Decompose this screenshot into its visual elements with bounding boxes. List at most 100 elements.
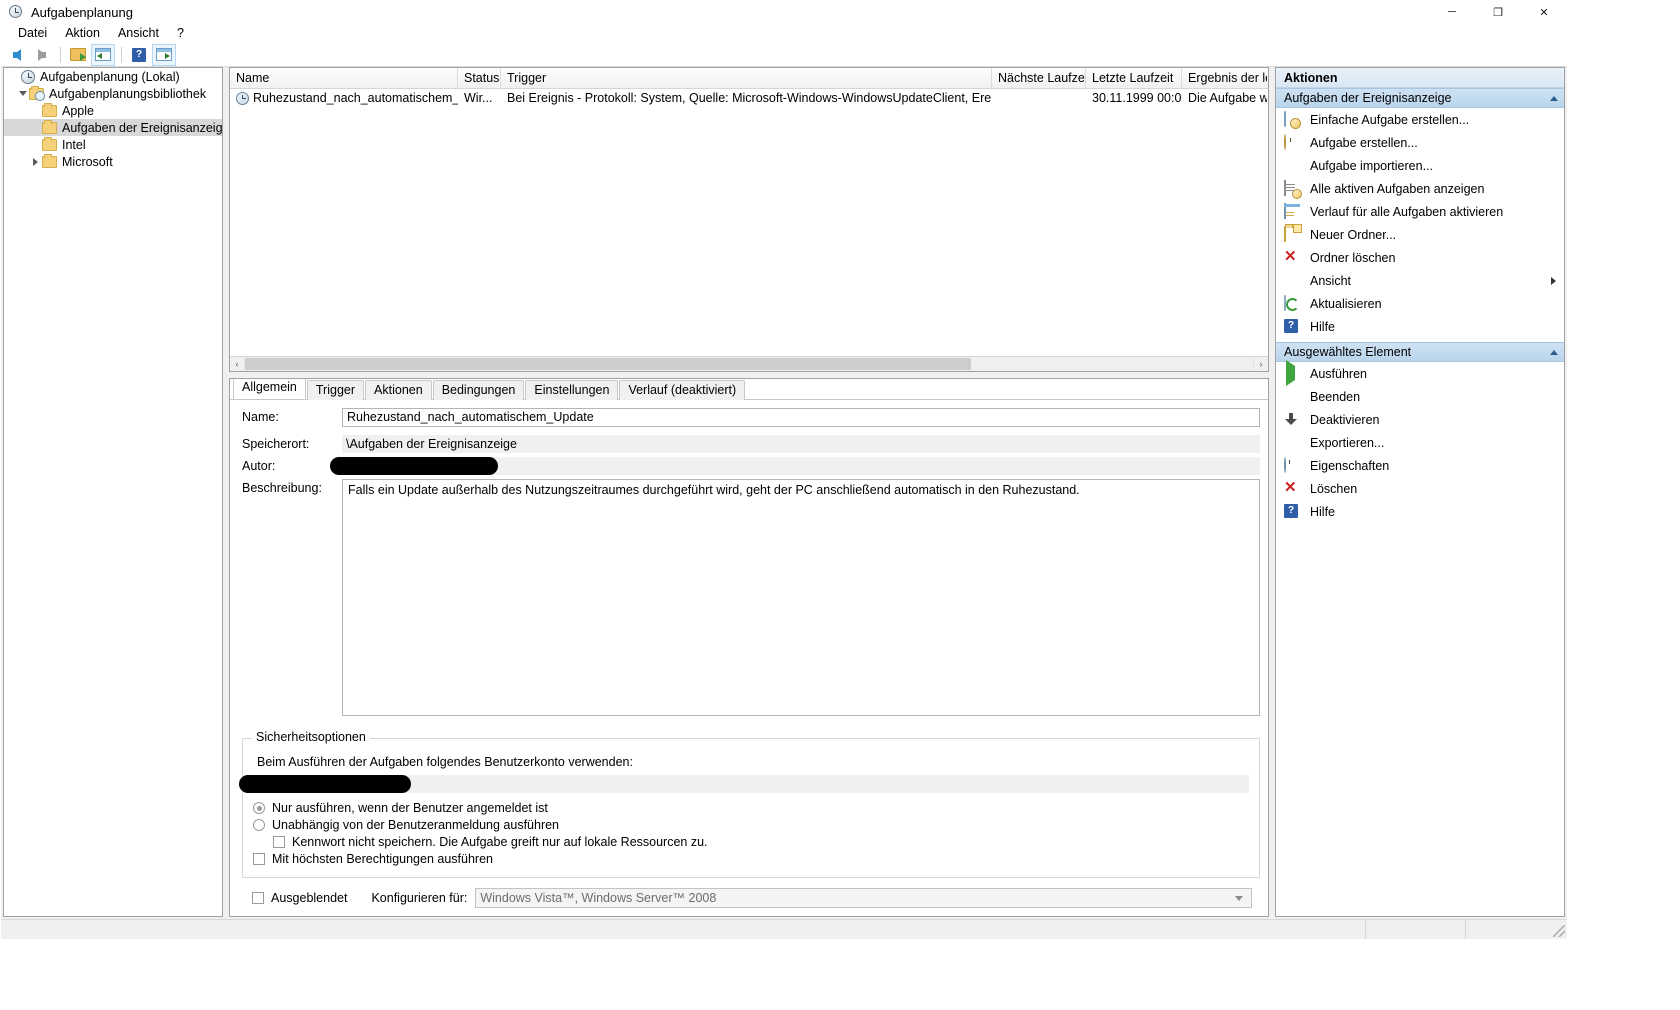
checkbox-label: Mit höchsten Berechtigungen ausführen bbox=[272, 852, 493, 866]
cell-trigger: Bei Ereignis - Protokoll: System, Quelle… bbox=[507, 91, 992, 105]
actions-section-header-folder[interactable]: Aufgaben der Ereignisanzeige bbox=[1276, 88, 1564, 108]
help-icon: ? bbox=[1284, 318, 1300, 335]
actions-pane: Aktionen Aufgaben der Ereignisanzeige Ei… bbox=[1275, 67, 1565, 917]
author-redaction-overlay bbox=[330, 457, 498, 475]
scroll-track[interactable] bbox=[245, 357, 1253, 371]
column-header-last-result[interactable]: Ergebnis der let bbox=[1182, 68, 1267, 88]
task-name-input[interactable]: Ruhezustand_nach_automatischem_Update bbox=[342, 408, 1260, 427]
task-description-textarea[interactable]: Falls ein Update außerhalb des Nutzungsz… bbox=[342, 479, 1260, 716]
action-run[interactable]: Ausführen bbox=[1276, 359, 1564, 386]
action-import-task[interactable]: Aufgabe importieren... bbox=[1276, 154, 1564, 177]
menu-aktion[interactable]: Aktion bbox=[56, 24, 109, 42]
configure-for-select[interactable]: Windows Vista™, Windows Server™ 2008 bbox=[475, 888, 1252, 908]
scroll-left-button[interactable]: ‹ bbox=[230, 357, 245, 371]
close-button[interactable]: ✕ bbox=[1521, 1, 1567, 23]
action-create-task[interactable]: Aufgabe erstellen... bbox=[1276, 131, 1564, 154]
tree-node-ereignisanzeige[interactable]: Aufgaben der Ereignisanzeige bbox=[4, 119, 222, 136]
task-list-hscrollbar[interactable]: ‹ › bbox=[230, 356, 1268, 371]
chevron-right-icon[interactable] bbox=[29, 155, 42, 168]
tab-einstellungen[interactable]: Einstellungen bbox=[525, 380, 619, 400]
action-label: Neuer Ordner... bbox=[1310, 227, 1397, 242]
resize-grip[interactable] bbox=[1553, 925, 1565, 937]
refresh-icon bbox=[1284, 294, 1300, 312]
tab-allgemein[interactable]: Allgemein bbox=[233, 379, 306, 399]
column-header-last-run[interactable]: Letzte Laufzeit bbox=[1086, 68, 1182, 88]
checkbox-highest-privileges[interactable]: Mit höchsten Berechtigungen ausführen bbox=[253, 852, 1249, 866]
stop-icon bbox=[1284, 389, 1300, 405]
radio-icon[interactable] bbox=[253, 802, 265, 814]
chevron-up-icon[interactable] bbox=[1550, 349, 1558, 355]
security-options-group: Sicherheitsoptionen Beim Ausführen der A… bbox=[239, 730, 1260, 882]
tree-node-microsoft[interactable]: Microsoft bbox=[4, 153, 222, 170]
arrow-left-icon bbox=[13, 48, 21, 61]
tree-node-apple[interactable]: Apple bbox=[4, 102, 222, 119]
scroll-right-button[interactable]: › bbox=[1253, 357, 1268, 371]
table-row[interactable]: Ruhezustand_nach_automatischem_Up... Wir… bbox=[230, 89, 1268, 107]
new-folder-icon bbox=[1284, 225, 1300, 243]
tree-node-label: Microsoft bbox=[62, 154, 113, 169]
action-help-folder[interactable]: ? Hilfe bbox=[1276, 315, 1564, 338]
field-name-row: Name: Ruhezustand_nach_automatischem_Upd… bbox=[242, 408, 1260, 427]
action-show-active-tasks[interactable]: Alle aktiven Aufgaben anzeigen bbox=[1276, 177, 1564, 200]
checkbox-icon[interactable] bbox=[273, 836, 285, 848]
tab-verlauf[interactable]: Verlauf (deaktiviert) bbox=[619, 380, 746, 400]
chevron-up-icon[interactable] bbox=[1550, 95, 1558, 101]
name-label: Name: bbox=[242, 410, 279, 424]
action-label: Hilfe bbox=[1310, 504, 1336, 519]
minimize-button[interactable]: ─ bbox=[1429, 1, 1475, 23]
checkbox-icon[interactable] bbox=[253, 853, 265, 865]
menu-ansicht[interactable]: Ansicht bbox=[109, 24, 168, 42]
action-disable[interactable]: Deaktivieren bbox=[1276, 408, 1564, 431]
action-delete[interactable]: ✕ Löschen bbox=[1276, 477, 1564, 500]
column-header-name[interactable]: Name bbox=[230, 68, 458, 88]
field-author-row: Autor: bbox=[242, 457, 1260, 475]
action-new-folder[interactable]: Neuer Ordner... bbox=[1276, 223, 1564, 246]
action-refresh[interactable]: Aktualisieren bbox=[1276, 292, 1564, 315]
scroll-thumb[interactable] bbox=[245, 358, 971, 370]
help-icon: ? bbox=[1284, 503, 1300, 520]
tree-node-library[interactable]: Aufgabenplanungsbibliothek bbox=[4, 85, 222, 102]
action-properties[interactable]: Eigenschaften bbox=[1276, 454, 1564, 477]
checkbox-hidden[interactable] bbox=[252, 892, 264, 904]
radio-run-only-logged-on[interactable]: Nur ausführen, wenn der Benutzer angemel… bbox=[253, 801, 1249, 815]
radio-icon[interactable] bbox=[253, 819, 265, 831]
column-header-status[interactable]: Status bbox=[458, 68, 501, 88]
task-list-body: Ruhezustand_nach_automatischem_Up... Wir… bbox=[230, 89, 1268, 356]
tab-trigger[interactable]: Trigger bbox=[306, 380, 365, 400]
action-create-basic-task[interactable]: Einfache Aufgabe erstellen... bbox=[1276, 108, 1564, 131]
cell-status: Wir... bbox=[464, 91, 493, 105]
tree-node-intel[interactable]: Intel bbox=[4, 136, 222, 153]
radio-run-independent[interactable]: Unabhängig von der Benutzeranmeldung aus… bbox=[253, 818, 1249, 832]
cell-last-run: 30.11.1999 00:00:00 bbox=[1092, 91, 1182, 105]
tab-bedingungen[interactable]: Bedingungen bbox=[432, 380, 525, 400]
action-label: Hilfe bbox=[1310, 319, 1336, 334]
menu-datei[interactable]: Datei bbox=[9, 24, 56, 42]
tab-aktionen[interactable]: Aktionen bbox=[365, 380, 432, 400]
menu-hilfe[interactable]: ? bbox=[168, 24, 193, 42]
forward-button[interactable] bbox=[30, 44, 54, 66]
show-console-tree-button[interactable] bbox=[91, 43, 115, 66]
action-delete-folder[interactable]: ✕ Ordner löschen bbox=[1276, 246, 1564, 269]
folder-clock-icon bbox=[29, 85, 45, 101]
maximize-button[interactable]: ❐ bbox=[1475, 1, 1521, 23]
actions-section-header-selected[interactable]: Ausgewähltes Element bbox=[1276, 342, 1564, 362]
tree-node-root[interactable]: Aufgabenplanung (Lokal) bbox=[4, 68, 222, 85]
checkbox-no-password[interactable]: Kennwort nicht speichern. Die Aufgabe gr… bbox=[273, 835, 1249, 849]
up-folder-button[interactable] bbox=[66, 44, 90, 66]
action-export[interactable]: Exportieren... bbox=[1276, 431, 1564, 454]
back-button[interactable] bbox=[5, 44, 29, 66]
column-header-next-run[interactable]: Nächste Laufzeit bbox=[992, 68, 1086, 88]
status-cell-2 bbox=[1366, 920, 1466, 939]
action-help-selected[interactable]: ? Hilfe bbox=[1276, 500, 1564, 523]
action-label: Ordner löschen bbox=[1310, 250, 1396, 265]
action-label: Eigenschaften bbox=[1310, 458, 1390, 473]
chevron-right-icon bbox=[1551, 276, 1556, 285]
chevron-down-icon[interactable] bbox=[16, 87, 29, 100]
action-end[interactable]: Beenden bbox=[1276, 385, 1564, 408]
show-action-pane-button[interactable] bbox=[152, 43, 176, 66]
column-header-trigger[interactable]: Trigger bbox=[501, 68, 992, 88]
help-button[interactable]: ? bbox=[127, 44, 151, 66]
action-view[interactable]: Ansicht bbox=[1276, 269, 1564, 292]
action-enable-all-history[interactable]: Verlauf für alle Aufgaben aktivieren bbox=[1276, 200, 1564, 223]
window-clock-icon bbox=[9, 4, 25, 20]
